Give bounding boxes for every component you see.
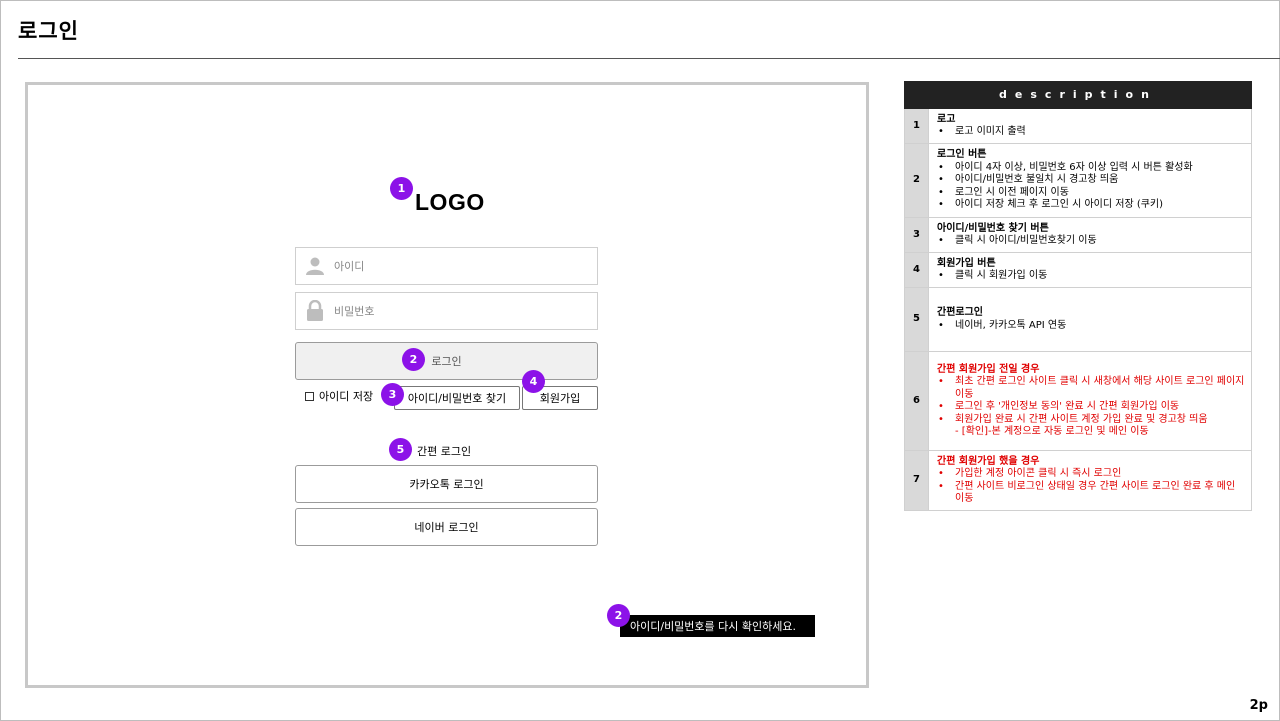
annotation-marker-2-toast: 2 xyxy=(607,604,630,627)
page-title: 로그인 xyxy=(18,19,79,43)
list-item: 클릭 시 회원가입 이동 xyxy=(937,270,1245,283)
id-input[interactable] xyxy=(334,259,574,273)
easy-login-label: 간편 로그인 xyxy=(417,445,472,458)
table-row: 4 회원가입 버튼 클릭 시 회원가입 이동 xyxy=(904,252,1252,288)
password-input[interactable] xyxy=(334,304,574,318)
row-number: 1 xyxy=(904,108,929,144)
description-header: description xyxy=(904,81,1252,109)
login-mockup-frame: 1 LOGO 2 로그인 아이디 저장 3 아이디/비밀번호 찾기 4 회원가입… xyxy=(25,82,869,688)
id-field[interactable] xyxy=(295,247,598,285)
row-number: 7 xyxy=(904,450,929,511)
logo: LOGO xyxy=(415,189,485,215)
description-table: description 1 로고 로고 이미지 출력 2 로그인 버튼 아이디 … xyxy=(904,81,1252,511)
list-item: 로그인 시 이전 페이지 이동 xyxy=(937,187,1245,200)
row-number: 3 xyxy=(904,217,929,253)
list-item: 아이디/비밀번호 불일치 시 경고창 띄움 xyxy=(937,174,1245,187)
row-title: 회원가입 버튼 xyxy=(937,257,996,269)
list-item: 가입한 계정 아이콘 클릭 시 즉시 로그인 xyxy=(937,468,1245,481)
naver-login-button[interactable]: 네이버 로그인 xyxy=(295,508,598,546)
find-id-password-button[interactable]: 아이디/비밀번호 찾기 xyxy=(394,386,520,410)
annotation-marker-5: 5 xyxy=(389,438,412,461)
list-item: 간편 사이트 비로그인 상태일 경우 간편 사이트 로그인 완료 후 메인 이동 xyxy=(937,481,1245,506)
list-item: 로고 이미지 출력 xyxy=(937,126,1245,139)
list-sub-item: - [확인]-본 계정으로 자동 로그인 및 메인 이동 xyxy=(955,426,1149,437)
list-item: 회원가입 완료 시 간편 사이트 계정 가입 완료 및 경고창 띄움 xyxy=(937,414,1245,427)
row-number: 2 xyxy=(904,143,929,218)
page-number: 2p xyxy=(1249,698,1268,713)
row-title: 아이디/비밀번호 찾기 버튼 xyxy=(937,222,1049,234)
title-divider xyxy=(18,58,1280,59)
table-row: 1 로고 로고 이미지 출력 xyxy=(904,108,1252,144)
row-number: 6 xyxy=(904,351,929,451)
list-item: 아이디 4자 이상, 비밀번호 6자 이상 입력 시 버튼 활성화 xyxy=(937,162,1245,175)
row-title: 간편로그인 xyxy=(937,307,983,318)
user-icon xyxy=(296,248,334,284)
table-row: 2 로그인 버튼 아이디 4자 이상, 비밀번호 6자 이상 입력 시 버튼 활… xyxy=(904,143,1252,218)
annotation-marker-2: 2 xyxy=(402,348,425,371)
row-number: 4 xyxy=(904,252,929,288)
annotation-marker-4: 4 xyxy=(522,370,545,393)
password-field[interactable] xyxy=(295,292,598,330)
table-row: 5 간편로그인 네이버, 카카오톡 API 연동 xyxy=(904,287,1252,352)
list-item: 클릭 시 아이디/비밀번호찾기 이동 xyxy=(937,235,1245,248)
list-item: 네이버, 카카오톡 API 연동 xyxy=(937,320,1245,333)
table-row: 6 간편 회원가입 전일 경우 최초 간편 로그인 사이트 클릭 시 새창에서 … xyxy=(904,351,1252,451)
table-row: 3 아이디/비밀번호 찾기 버튼 클릭 시 아이디/비밀번호찾기 이동 xyxy=(904,217,1252,253)
list-item: 최초 간편 로그인 사이트 클릭 시 새창에서 해당 사이트 로그인 페이지 이… xyxy=(937,376,1245,401)
table-row: 7 간편 회원가입 했을 경우 가입한 계정 아이콘 클릭 시 즉시 로그인 간… xyxy=(904,450,1252,511)
row-number: 5 xyxy=(904,287,929,352)
kakao-login-button[interactable]: 카카오톡 로그인 xyxy=(295,465,598,503)
row-title: 로그인 버튼 xyxy=(937,149,987,161)
row-title: 간편 회원가입 전일 경우 xyxy=(937,363,1040,375)
annotation-marker-1: 1 xyxy=(390,177,413,200)
save-id-label: 아이디 저장 xyxy=(319,390,374,403)
error-toast: 아이디/비밀번호를 다시 확인하세요. xyxy=(620,615,815,637)
checkbox-icon[interactable] xyxy=(305,391,314,401)
row-title: 로고 xyxy=(937,113,956,125)
row-title: 간편 회원가입 했을 경우 xyxy=(937,455,1040,467)
annotation-marker-3: 3 xyxy=(381,383,404,406)
list-item: 아이디 저장 체크 후 로그인 시 아이디 저장 (쿠키) xyxy=(937,199,1245,212)
lock-icon xyxy=(296,293,334,329)
login-button[interactable]: 로그인 xyxy=(295,342,598,380)
list-item: 로그인 후 '개인정보 동의' 완료 시 간편 회원가입 이동 xyxy=(937,401,1245,414)
save-id-checkbox[interactable]: 아이디 저장 xyxy=(305,388,373,404)
